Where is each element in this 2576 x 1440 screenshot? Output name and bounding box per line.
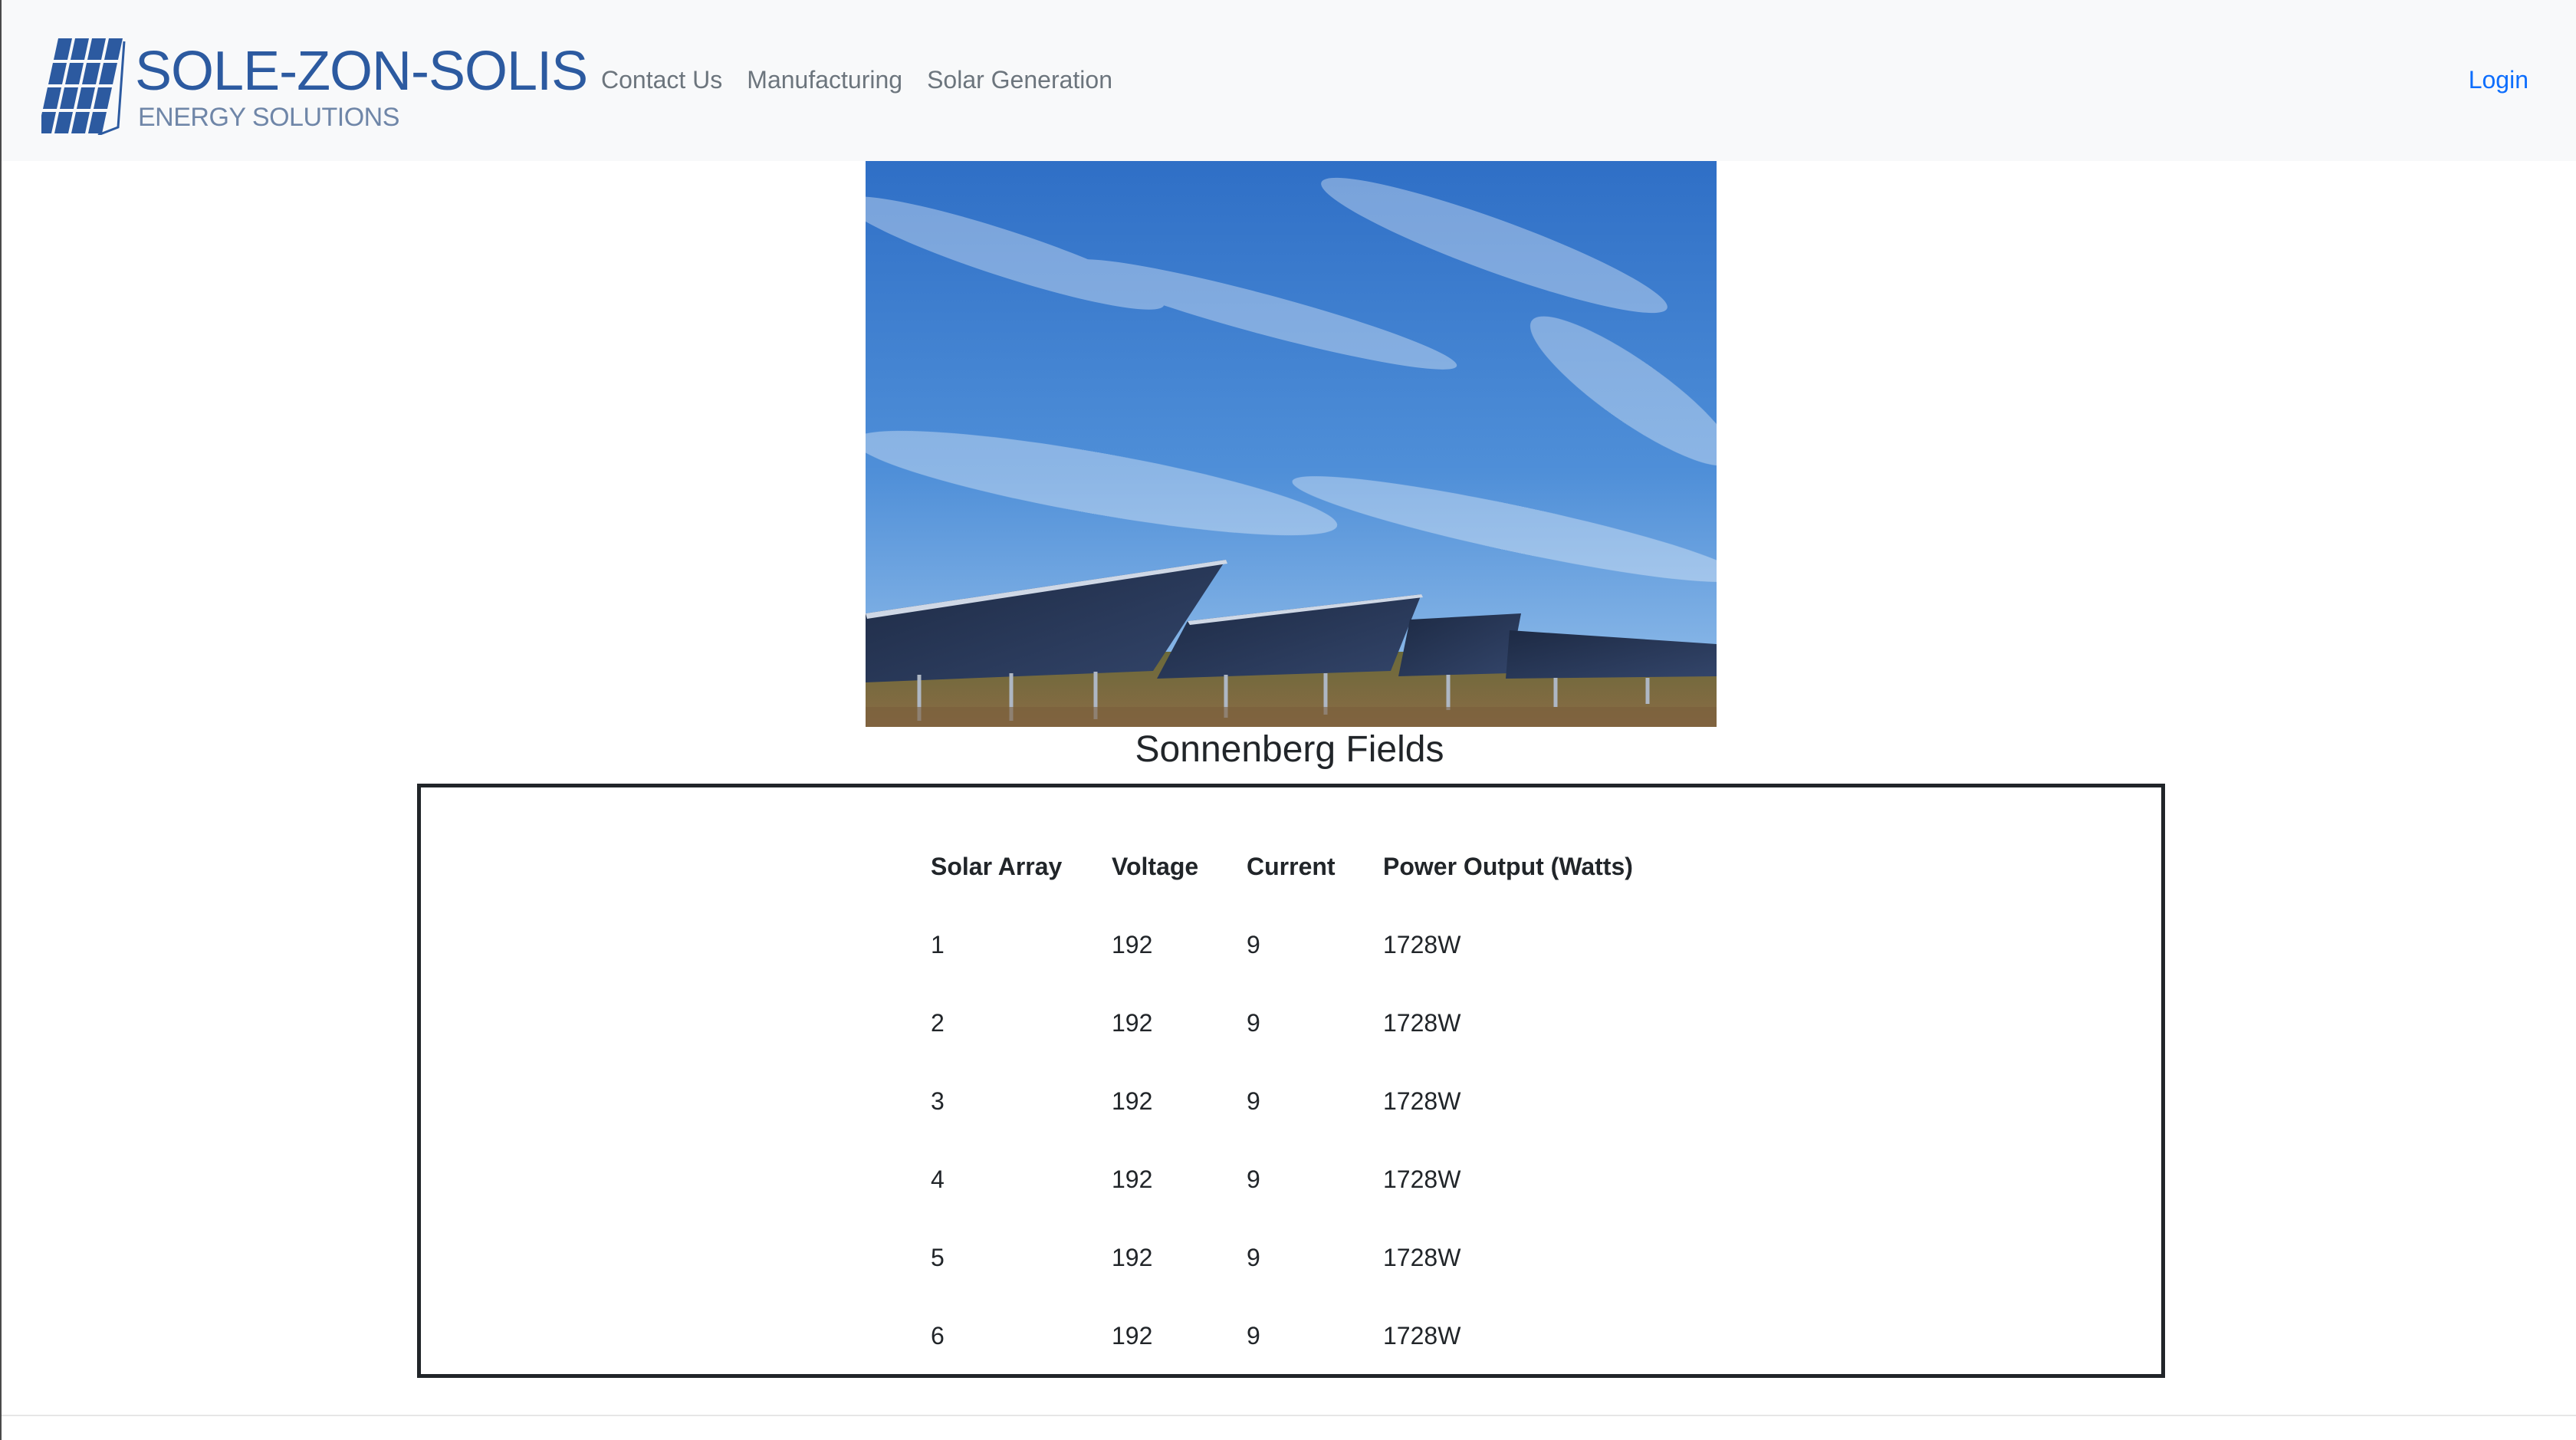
cell-power-output: 1728W	[1383, 930, 1461, 958]
cell-power-output: 1728W	[1383, 1165, 1461, 1193]
page: SOLE-ZON-SOLIS ENERGY SOLUTIONS Contact …	[0, 0, 2576, 1440]
cell-power-output: 1728W	[1383, 1008, 1461, 1037]
cell-voltage: 192	[1112, 1165, 1153, 1193]
table-row: 5 192 9 1728W	[931, 1218, 1659, 1297]
cell-voltage: 192	[1112, 1087, 1153, 1115]
cell-solar-array: 6	[931, 1321, 945, 1350]
table-row: 1 192 9 1728W	[931, 906, 1659, 984]
cell-current: 9	[1247, 1321, 1260, 1350]
cell-solar-array: 3	[931, 1087, 945, 1115]
cell-power-output: 1728W	[1383, 1243, 1461, 1271]
column-header-power-output: Power Output (Watts)	[1383, 852, 1633, 880]
cell-solar-array: 2	[931, 1008, 945, 1037]
nav-link-solar-generation[interactable]: Solar Generation	[915, 61, 1125, 98]
cell-solar-array: 4	[931, 1165, 945, 1193]
cell-current: 9	[1247, 930, 1260, 958]
table-row: 2 192 9 1728W	[931, 984, 1659, 1062]
brand-name: SOLE-ZON-SOLIS	[135, 41, 588, 102]
solar-panel-logo-icon	[41, 38, 126, 135]
solar-array-table-container: Solar Array Voltage Current Power Output…	[417, 784, 2165, 1378]
site-title: Sonnenberg Fields	[1135, 729, 1444, 770]
cell-voltage: 192	[1112, 1321, 1153, 1350]
cell-current: 9	[1247, 1087, 1260, 1115]
table-row: 4 192 9 1728W	[931, 1140, 1659, 1218]
table-row: 3 192 9 1728W	[931, 1062, 1659, 1140]
hero-image-solar-field	[866, 161, 1717, 727]
cell-current: 9	[1247, 1008, 1260, 1037]
cell-voltage: 192	[1112, 1008, 1153, 1037]
column-header-voltage: Voltage	[1112, 852, 1199, 880]
table-row: 6 192 9 1728W	[931, 1297, 1659, 1375]
column-header-solar-array: Solar Array	[931, 852, 1063, 880]
table-header-row: Solar Array Voltage Current Power Output…	[931, 827, 1659, 906]
footer-divider	[2, 1415, 2576, 1416]
column-header-current: Current	[1247, 852, 1336, 880]
nav-links: Contact Us Manufacturing Solar Generatio…	[601, 61, 1125, 98]
cell-current: 9	[1247, 1243, 1260, 1271]
brand-subtitle: ENERGY SOLUTIONS	[138, 103, 399, 132]
cell-current: 9	[1247, 1165, 1260, 1193]
login-link[interactable]: Login	[2469, 61, 2528, 98]
cell-power-output: 1728W	[1383, 1321, 1461, 1350]
navbar: SOLE-ZON-SOLIS ENERGY SOLUTIONS Contact …	[2, 0, 2576, 161]
nav-link-manufacturing[interactable]: Manufacturing	[734, 61, 915, 98]
brand-logo-link[interactable]: SOLE-ZON-SOLIS ENERGY SOLUTIONS	[41, 37, 588, 136]
nav-link-contact-us[interactable]: Contact Us	[601, 61, 734, 98]
cell-power-output: 1728W	[1383, 1087, 1461, 1115]
cell-voltage: 192	[1112, 1243, 1153, 1271]
cell-solar-array: 1	[931, 930, 945, 958]
solar-array-table: Solar Array Voltage Current Power Output…	[931, 827, 1659, 1375]
cell-voltage: 192	[1112, 930, 1153, 958]
cell-solar-array: 5	[931, 1243, 945, 1271]
